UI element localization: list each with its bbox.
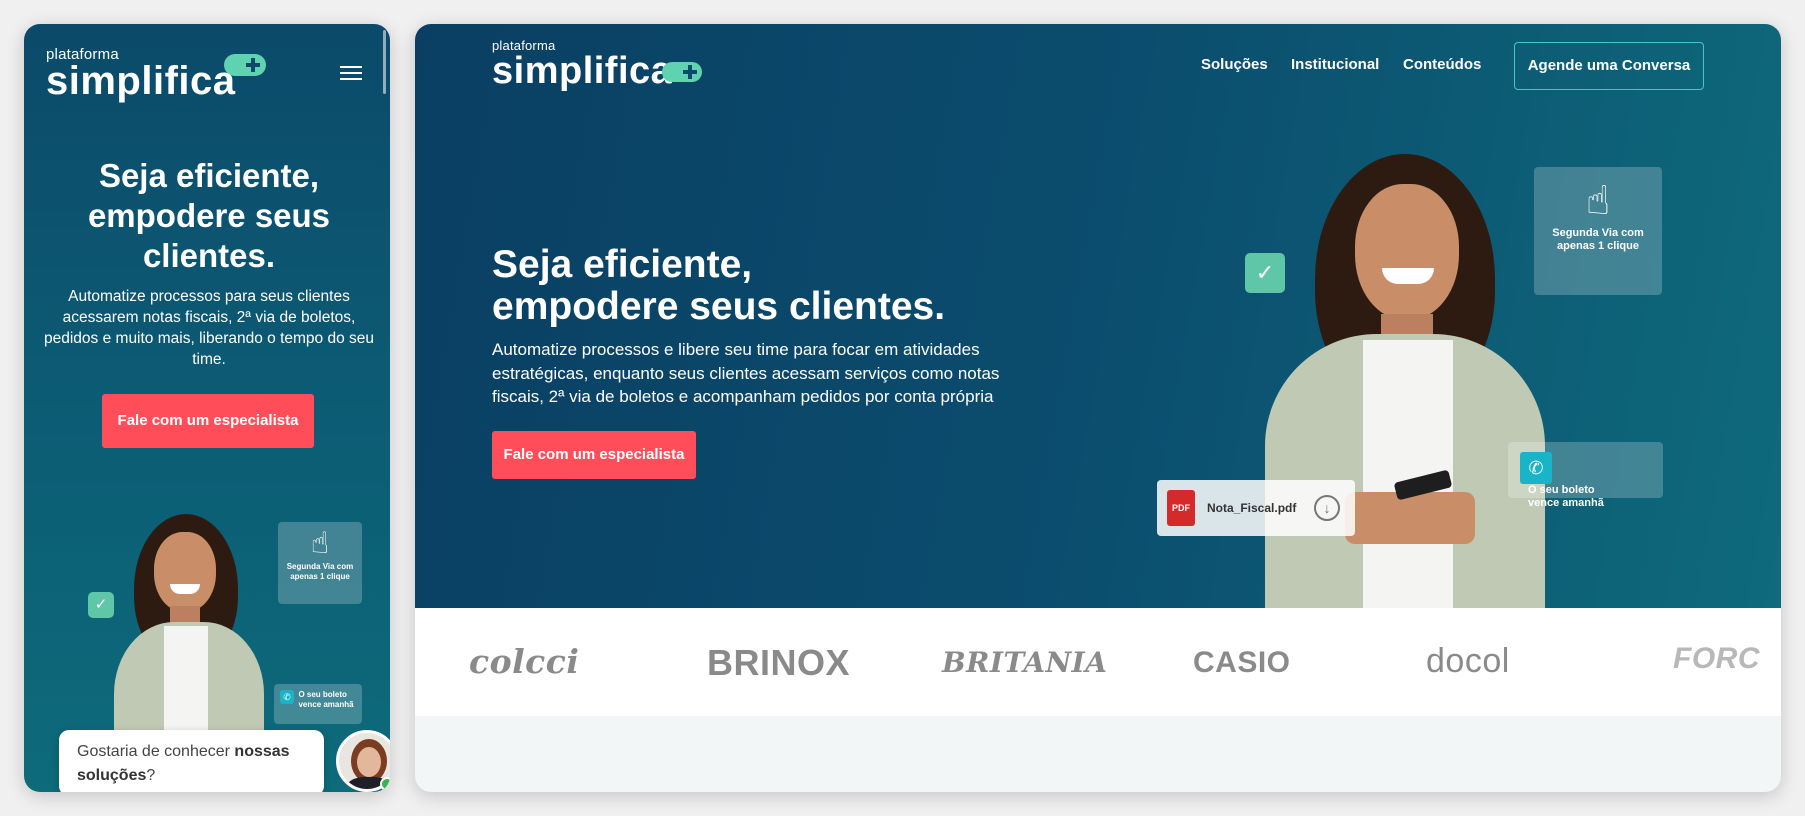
logo-big-text: simplifica: [46, 59, 236, 103]
talk-to-specialist-button[interactable]: Fale com um especialista: [492, 431, 696, 479]
client-logos-strip: colcci BRINOX BRITANIA CASIO docol FORC: [415, 608, 1781, 716]
nav-solutions[interactable]: Soluções: [1201, 56, 1268, 73]
hero-description: Automatize processos e libere seu time p…: [492, 340, 1000, 406]
one-click-card-text: Segunda Via com apenas 1 clique: [1552, 227, 1644, 252]
hero-description: Automatize processos para seus clientes …: [44, 288, 375, 368]
menu-icon[interactable]: [340, 64, 362, 82]
logo-big-text: simplifica: [492, 50, 673, 92]
hero-section: plataforma simplifica Soluções Instituci…: [415, 24, 1781, 608]
boleto-card: ✆ O seu boleto vence amanhã: [1508, 442, 1663, 509]
hero-title-line2: empodere seus clientes.: [492, 285, 946, 328]
pointer-hand-icon: ☝: [310, 527, 330, 560]
chat-text-suffix: ?: [146, 767, 156, 784]
plus-icon: [662, 62, 702, 82]
mobile-view: plataforma simplifica Seja eficiente, em…: [24, 24, 390, 792]
pdf-icon: PDF: [1167, 490, 1195, 526]
online-status-dot: [380, 777, 390, 791]
hero-title-line1: Seja eficiente,: [492, 243, 753, 286]
whatsapp-icon: ✆: [1520, 452, 1552, 484]
desktop-view: plataforma simplifica Soluções Instituci…: [415, 24, 1781, 792]
invoice-pdf-card[interactable]: PDF Nota_Fiscal.pdf ↓: [1157, 480, 1355, 536]
boleto-card-text: O seu boleto vence amanhã: [298, 690, 354, 709]
logo[interactable]: plataforma simplifica: [46, 46, 266, 103]
brand-logo-brinox: BRINOX: [707, 642, 851, 683]
brand-logo-forc: FORC: [1673, 642, 1760, 675]
plus-icon: [224, 54, 266, 76]
brand-logo-casio: CASIO: [1193, 646, 1291, 679]
schedule-conversation-button[interactable]: Agende uma Conversa: [1514, 42, 1704, 90]
hero-woman-image: [1245, 144, 1575, 608]
boleto-card-text: O seu boleto vence amanhã: [1528, 484, 1604, 509]
download-icon[interactable]: ↓: [1314, 495, 1340, 521]
logo[interactable]: plataforma simplifica: [492, 38, 702, 92]
chat-invite-bubble[interactable]: Gostaria de conhecer nossas soluções?: [59, 730, 324, 792]
pointer-hand-icon: ☝: [1585, 179, 1611, 223]
nav-institutional[interactable]: Institucional: [1291, 56, 1379, 73]
one-click-card: ☝ Segunda Via com apenas 1 clique: [278, 522, 362, 604]
box-check-icon: ✓: [1245, 253, 1285, 293]
brand-logo-colcci: colcci: [469, 642, 580, 681]
brand-logo-britania: BRITANIA: [942, 646, 1108, 679]
brand-logo-docol: docol: [1426, 642, 1510, 680]
chat-text-prefix: Gostaria de conhecer: [77, 743, 235, 760]
nav-contents[interactable]: Conteúdos: [1403, 56, 1481, 73]
hero-title: Seja eficiente, empodere seus clientes.: [87, 157, 331, 274]
whatsapp-icon: ✆: [280, 690, 294, 704]
one-click-card: ☝ Segunda Via com apenas 1 clique: [1534, 167, 1662, 295]
talk-to-specialist-button[interactable]: Fale com um especialista: [102, 394, 314, 448]
pdf-filename: Nota_Fiscal.pdf: [1207, 501, 1297, 515]
scrollbar[interactable]: [383, 30, 386, 94]
boleto-card: ✆ O seu boleto vence amanhã: [274, 684, 362, 724]
box-check-icon: ✓: [88, 592, 114, 618]
hero-title: Seja eficiente, empodere seus clientes.: [492, 244, 1052, 328]
one-click-card-text: Segunda Via com apenas 1 clique: [286, 562, 354, 581]
